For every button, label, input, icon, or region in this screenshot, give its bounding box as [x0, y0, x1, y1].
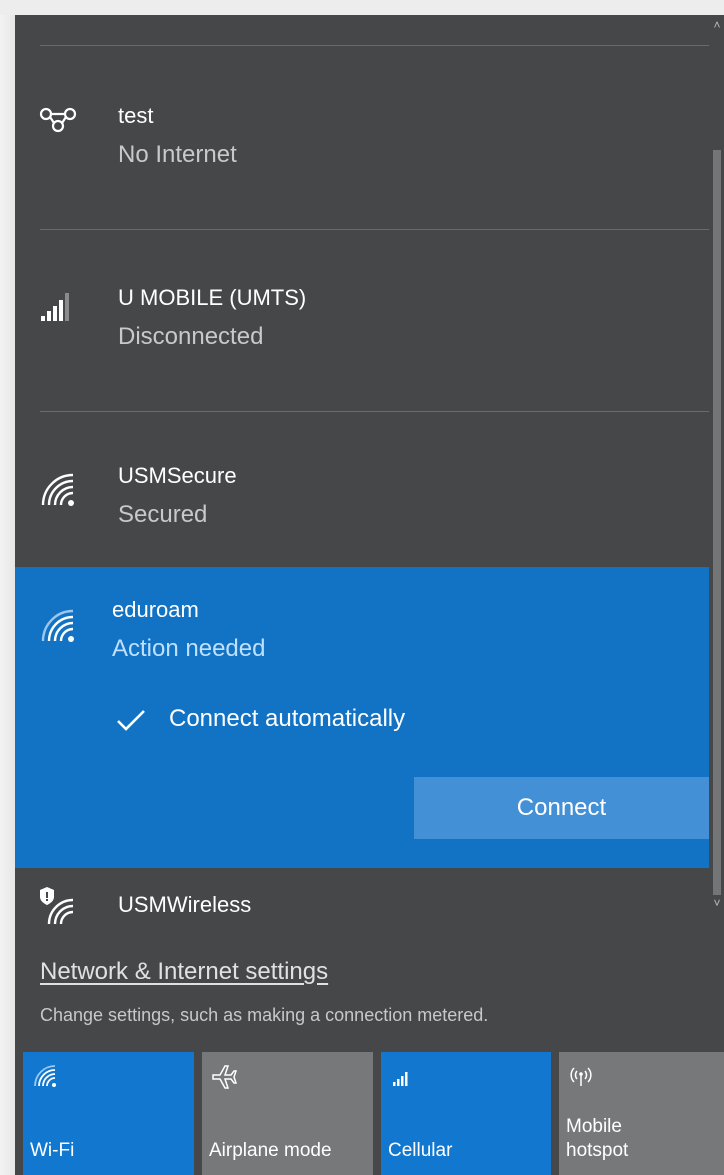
- checkmark-icon: [117, 710, 145, 731]
- wifi-icon: [41, 609, 74, 642]
- hotspot-icon: [570, 1067, 592, 1086]
- desktop-edge-top: [0, 0, 724, 15]
- scroll-up-icon[interactable]: ˄: [711, 19, 723, 31]
- network-settings-link[interactable]: Network & Internet settings: [40, 958, 328, 986]
- mobile-hotspot-link-icon: [39, 107, 77, 133]
- network-status: No Internet: [118, 141, 237, 168]
- quick-action-label-line1: Mobile: [566, 1116, 622, 1137]
- network-item-u-mobile[interactable]: U MOBILE (UMTS) Disconnected: [15, 229, 709, 411]
- desktop-edge: [0, 0, 15, 1175]
- airplane-icon: [212, 1065, 238, 1089]
- network-name: test: [118, 103, 154, 128]
- scrollbar-thumb[interactable]: [713, 150, 721, 895]
- quick-action-label-line2: hotspot: [566, 1140, 629, 1161]
- network-settings-description: Change settings, such as making a connec…: [40, 1005, 489, 1025]
- wifi-secured-icon: [41, 473, 74, 506]
- quick-action-label: Wi-Fi: [30, 1140, 75, 1161]
- cellular-signal-icon: [393, 1072, 408, 1086]
- quick-action-airplane-mode[interactable]: Airplane mode: [202, 1052, 373, 1175]
- network-item-usmwireless[interactable]: USMWireless: [15, 868, 709, 928]
- cellular-signal-icon: [41, 293, 69, 321]
- network-name: USMWireless: [118, 892, 252, 917]
- wifi-icon: [34, 1065, 56, 1087]
- quick-action-label: Airplane mode: [209, 1140, 332, 1161]
- quick-action-wifi[interactable]: Wi-Fi: [23, 1052, 194, 1175]
- network-name: eduroam: [112, 597, 199, 622]
- connect-automatically-checkbox[interactable]: [112, 701, 150, 739]
- connect-automatically-label[interactable]: Connect automatically: [169, 705, 405, 733]
- network-flyout: test No Internet U MOBILE (UMTS) Disconn…: [15, 15, 724, 1175]
- network-status: Secured: [118, 501, 208, 528]
- scroll-down-icon[interactable]: ˅: [711, 897, 723, 909]
- network-item-test[interactable]: test No Internet: [15, 45, 709, 229]
- network-status: Disconnected: [118, 323, 264, 350]
- quick-action-label: Cellular: [388, 1140, 453, 1161]
- quick-action-cellular[interactable]: Cellular: [381, 1052, 551, 1175]
- connect-button[interactable]: Connect: [414, 777, 709, 839]
- wifi-shield-icon: [40, 887, 74, 925]
- network-name: U MOBILE (UMTS): [118, 285, 307, 310]
- quick-action-label: Mobile hotspot: [566, 1115, 628, 1163]
- network-name: USMSecure: [118, 463, 237, 488]
- network-status: Action needed: [112, 635, 266, 662]
- network-item-usmsecure[interactable]: USMSecure Secured: [15, 411, 709, 567]
- quick-action-mobile-hotspot[interactable]: Mobile hotspot: [559, 1052, 724, 1175]
